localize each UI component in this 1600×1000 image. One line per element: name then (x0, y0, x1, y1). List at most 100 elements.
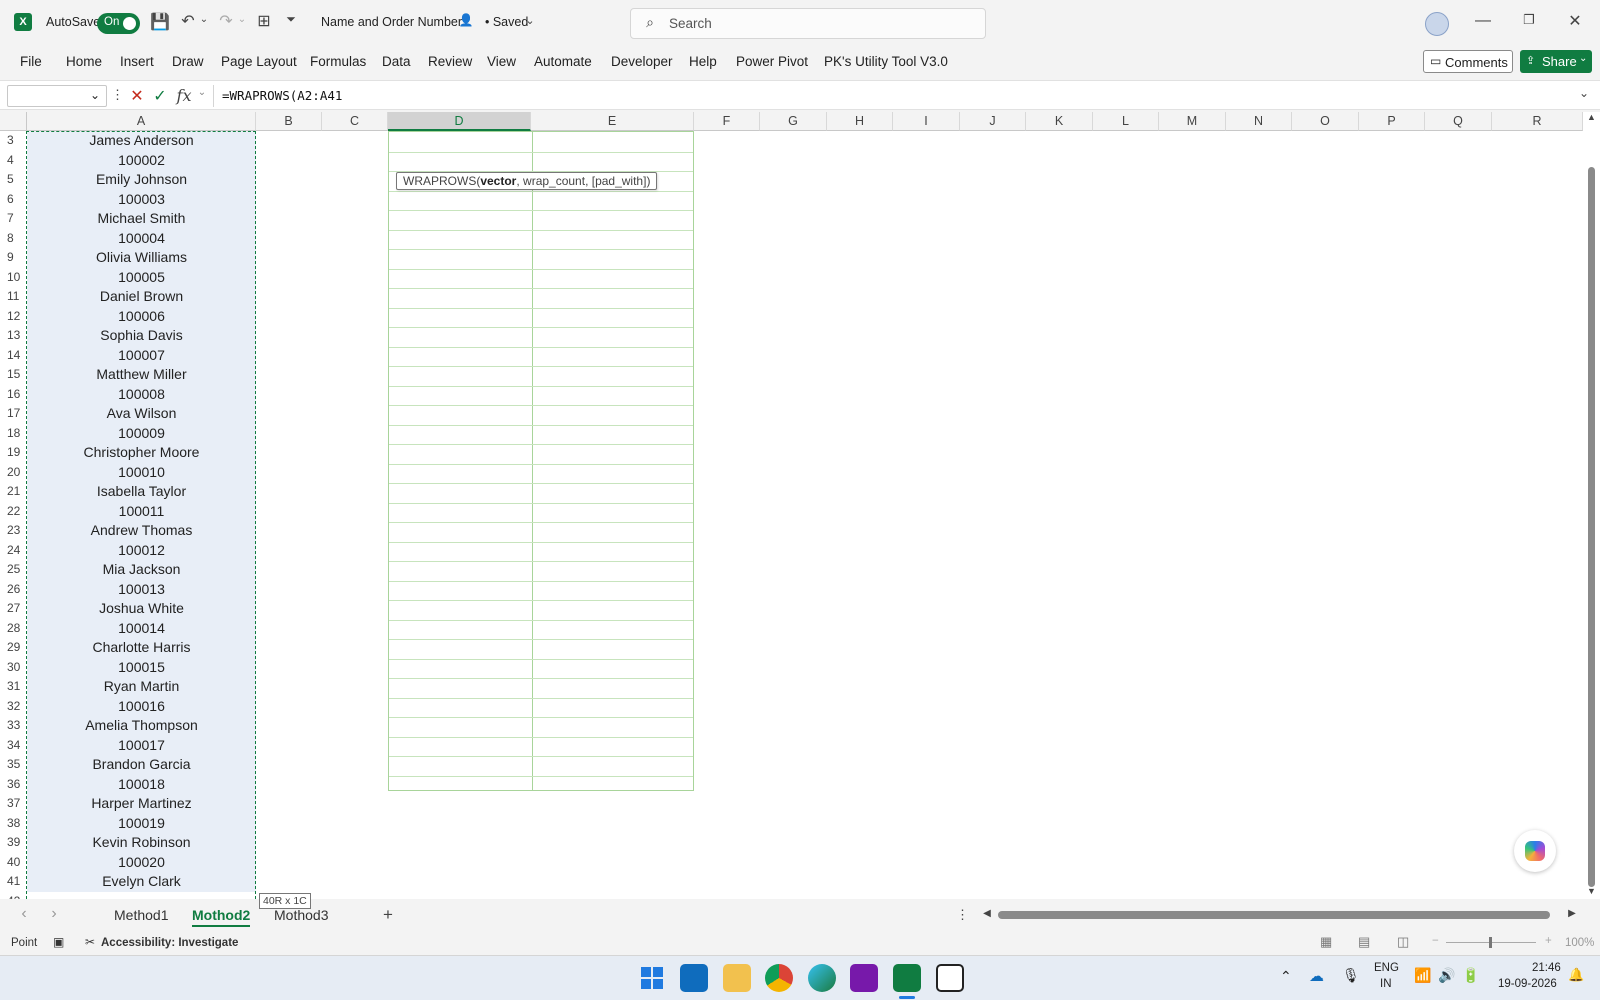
cell-a[interactable]: 100017 (27, 735, 256, 755)
column-header-b[interactable]: B (256, 112, 322, 131)
row-header[interactable]: 23 (0, 521, 26, 540)
column-header-g[interactable]: G (760, 112, 827, 131)
worksheet-grid[interactable]: ABCDEFGHIJKLMNOPQR 3 James Anderson 4 10000… (0, 112, 1600, 899)
cell-a[interactable]: Kevin Robinson (27, 833, 256, 853)
column-header-o[interactable]: O (1292, 112, 1359, 131)
row-header[interactable]: 21 (0, 482, 26, 501)
clock-date[interactable]: 19-09-2026 (1498, 978, 1557, 990)
comments-button[interactable]: ▭ Comments (1423, 50, 1513, 73)
vertical-scroll-thumb[interactable] (1588, 167, 1595, 887)
more-options-icon[interactable]: ⋮ (111, 87, 124, 103)
accessibility-status[interactable]: Accessibility: Investigate (101, 937, 238, 949)
tab-insert[interactable]: Insert (120, 54, 154, 69)
minimize-icon[interactable]: — (1473, 12, 1493, 30)
outlook-icon[interactable] (680, 964, 708, 992)
prev-sheet-icon[interactable]: ‹ (16, 905, 32, 923)
restore-icon[interactable]: ❐ (1519, 12, 1539, 28)
scroll-down-icon[interactable]: ▼ (1586, 886, 1597, 896)
cell-a[interactable]: 100006 (27, 306, 256, 326)
tab-automate[interactable]: Automate (534, 54, 592, 69)
row-header[interactable]: 12 (0, 307, 26, 326)
cell-a[interactable]: 100015 (27, 657, 256, 677)
file-explorer-icon[interactable] (723, 964, 751, 992)
excel-taskbar-icon[interactable] (893, 964, 921, 992)
name-box[interactable]: ⌄ (7, 85, 107, 107)
row-header[interactable]: 33 (0, 716, 26, 735)
search-box[interactable]: ⌕ Search (630, 8, 986, 39)
cell-a[interactable]: 100011 (27, 501, 256, 521)
row-header[interactable]: 7 (0, 209, 26, 228)
cell-a[interactable]: Andrew Thomas (27, 521, 256, 541)
row-header[interactable]: 36 (0, 775, 26, 794)
row-header[interactable]: 25 (0, 560, 26, 579)
row-header[interactable]: 26 (0, 580, 26, 599)
column-header-j[interactable]: J (960, 112, 1026, 131)
tab-formulas[interactable]: Formulas (310, 54, 366, 69)
row-header[interactable]: 9 (0, 248, 26, 267)
row-header[interactable]: 3 (0, 131, 26, 150)
onedrive-icon[interactable]: ☁ (1309, 967, 1324, 985)
formula-input[interactable]: =WRAPROWS(A2:A41 (222, 88, 342, 103)
row-header[interactable]: 41 (0, 872, 26, 891)
row-header[interactable]: 32 (0, 697, 26, 716)
utility-app-icon[interactable] (936, 964, 964, 992)
sheet-tab-method1[interactable]: Method1 (114, 907, 168, 923)
add-sheet-icon[interactable]: + (379, 905, 397, 925)
tab-page-layout[interactable]: Page Layout (221, 54, 297, 69)
cell-a[interactable]: James Anderson (27, 131, 256, 151)
expand-formula-bar-icon[interactable]: ⌄ (1576, 86, 1592, 100)
zoom-level[interactable]: 100% (1565, 937, 1594, 949)
cell-a[interactable]: Ryan Martin (27, 677, 256, 697)
sheet-options-icon[interactable]: ⋮ (956, 907, 969, 923)
cell-a[interactable]: Amelia Thompson (27, 716, 256, 736)
row-header[interactable]: 24 (0, 541, 26, 560)
zoom-slider-thumb[interactable] (1489, 937, 1492, 948)
saved-chevron-icon[interactable]: ⌄ (524, 14, 536, 27)
column-header-e[interactable]: E (531, 112, 694, 131)
battery-icon[interactable]: 🔋 (1462, 967, 1479, 984)
column-header-l[interactable]: L (1093, 112, 1159, 131)
tab-file[interactable]: File (20, 54, 42, 69)
column-header-n[interactable]: N (1226, 112, 1292, 131)
microphone-icon[interactable]: 🎙 (1342, 967, 1360, 984)
row-header[interactable]: 22 (0, 502, 26, 521)
zoom-in-icon[interactable]: + (1545, 935, 1552, 947)
row-header[interactable]: 39 (0, 833, 26, 852)
normal-view-icon[interactable]: ▦ (1320, 934, 1332, 950)
language-top[interactable]: ENG (1374, 962, 1399, 974)
row-header[interactable]: 5 (0, 170, 26, 189)
cell-a[interactable]: Christopher Moore (27, 443, 256, 463)
row-header[interactable]: 28 (0, 619, 26, 638)
cell-a[interactable]: Matthew Miller (27, 365, 256, 385)
column-header-r[interactable]: R (1492, 112, 1583, 131)
cell-a[interactable]: Brandon Garcia (27, 755, 256, 775)
row-header[interactable]: 17 (0, 404, 26, 423)
chrome-icon[interactable] (765, 964, 793, 992)
cell-a[interactable]: 100016 (27, 696, 256, 716)
share-button[interactable]: ⇪ Share ⌄ (1520, 50, 1592, 73)
cell-a[interactable]: Isabella Taylor (27, 482, 256, 502)
edge-icon[interactable] (808, 964, 836, 992)
cell-a[interactable]: Harper Martinez (27, 794, 256, 814)
zoom-out-icon[interactable]: − (1432, 935, 1439, 947)
sheet-tab-mothod3[interactable]: Mothod3 (274, 907, 328, 923)
tab-data[interactable]: Data (382, 54, 411, 69)
borders-icon[interactable]: ⊞ (254, 11, 274, 31)
row-header[interactable]: 27 (0, 599, 26, 618)
cancel-formula-icon[interactable]: ✕ (128, 86, 146, 106)
column-header-q[interactable]: Q (1425, 112, 1492, 131)
horizontal-scroll-thumb[interactable] (998, 911, 1550, 919)
cell-a[interactable]: Daniel Brown (27, 287, 256, 307)
row-header[interactable]: 10 (0, 268, 26, 287)
enter-formula-icon[interactable]: ✓ (151, 86, 169, 106)
row-header[interactable]: 29 (0, 638, 26, 657)
row-header[interactable]: 14 (0, 346, 26, 365)
row-header[interactable]: 20 (0, 463, 26, 482)
scroll-up-icon[interactable]: ▲ (1586, 112, 1597, 122)
row-header[interactable]: 35 (0, 755, 26, 774)
cell-a[interactable]: Michael Smith (27, 209, 256, 229)
cell-a[interactable]: 100007 (27, 345, 256, 365)
vertical-scrollbar[interactable]: ▲ ▼ (1583, 112, 1600, 899)
row-header[interactable]: 30 (0, 658, 26, 677)
row-header[interactable]: 34 (0, 736, 26, 755)
